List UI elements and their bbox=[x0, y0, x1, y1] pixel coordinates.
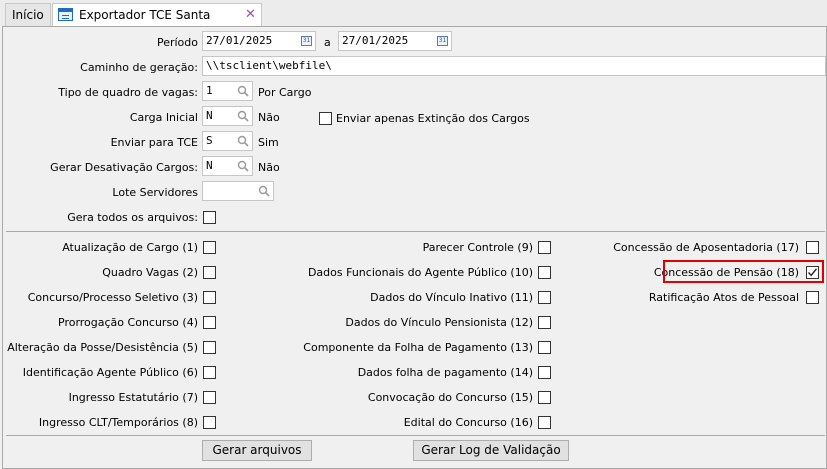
carga-inicial-label: Carga Inicial bbox=[129, 111, 198, 124]
tipo-quadro-value: 1 bbox=[206, 84, 213, 97]
file-option-checkbox[interactable] bbox=[538, 241, 551, 254]
caminho-input[interactable]: \\tsclient\webfile\ bbox=[202, 56, 826, 76]
periodo-label: Período bbox=[156, 36, 198, 49]
file-option-label: Ingresso CLT/Temporários (8) bbox=[38, 416, 198, 429]
file-option-checkbox[interactable] bbox=[538, 341, 551, 354]
highlight-box bbox=[663, 260, 824, 283]
search-icon[interactable] bbox=[237, 135, 249, 147]
tab-inicio-label: Início bbox=[12, 8, 44, 22]
enviar-tce-label: Enviar para TCE bbox=[110, 136, 198, 149]
window-form-icon bbox=[58, 8, 73, 21]
tab-exportador[interactable]: Exportador TCE Santa Catarina ✕ bbox=[52, 3, 262, 44]
file-option-label: Ratificação Atos de Pessoal bbox=[648, 291, 799, 304]
lote-servidores-input[interactable] bbox=[202, 181, 274, 201]
file-option-label: Ingresso Estatutário (7) bbox=[68, 391, 198, 404]
gera-todos-label: Gera todos os arquivos: bbox=[67, 211, 198, 224]
periodo-separator: a bbox=[324, 36, 331, 49]
carga-inicial-value: N bbox=[206, 109, 213, 122]
file-option-checkbox[interactable] bbox=[203, 416, 216, 429]
file-option-label: Convocação do Concurso (15) bbox=[367, 391, 533, 404]
search-icon[interactable] bbox=[258, 185, 270, 197]
periodo-fim-value: 27/01/2025 bbox=[342, 34, 409, 47]
file-option-checkbox[interactable] bbox=[538, 316, 551, 329]
file-option-label: Concessão de Aposentadoria (17) bbox=[613, 241, 799, 254]
enviar-extincao-label: Enviar apenas Extinção dos Cargos bbox=[336, 112, 530, 125]
file-option-checkbox[interactable] bbox=[203, 316, 216, 329]
file-option-checkbox[interactable] bbox=[538, 391, 551, 404]
file-option-checkbox[interactable] bbox=[203, 241, 216, 254]
carga-inicial-desc: Não bbox=[258, 111, 280, 124]
calendar-icon[interactable]: 31 bbox=[301, 36, 312, 46]
gerar-desativacao-value: N bbox=[206, 159, 213, 172]
gerar-log-validacao-button[interactable]: Gerar Log de Validação bbox=[413, 440, 569, 461]
file-option-checkbox[interactable] bbox=[203, 366, 216, 379]
carga-inicial-input[interactable]: N bbox=[202, 106, 253, 126]
caminho-label: Caminho de geração: bbox=[80, 61, 198, 74]
file-option-checkbox[interactable] bbox=[538, 291, 551, 304]
file-option-label: Identificação Agente Público (6) bbox=[22, 366, 198, 379]
file-option-checkbox[interactable] bbox=[538, 366, 551, 379]
file-option-checkbox[interactable] bbox=[203, 291, 216, 304]
file-option-checkbox[interactable] bbox=[538, 266, 551, 279]
exporter-form-panel: Período 27/01/2025 31 a 27/01/2025 31 Ca… bbox=[2, 26, 827, 469]
close-icon[interactable]: ✕ bbox=[245, 4, 256, 26]
calendar-icon[interactable]: 31 bbox=[437, 36, 448, 46]
tab-inicio[interactable]: Início bbox=[5, 3, 51, 26]
file-option-checkbox[interactable] bbox=[203, 391, 216, 404]
file-option-checkbox[interactable] bbox=[806, 241, 819, 254]
gerar-arquivos-button[interactable]: Gerar arquivos bbox=[202, 440, 312, 461]
section-divider bbox=[6, 231, 825, 232]
gera-todos-checkbox[interactable] bbox=[203, 211, 216, 224]
section-divider bbox=[6, 435, 825, 436]
file-option-checkbox[interactable] bbox=[806, 291, 819, 304]
periodo-fim-input[interactable]: 27/01/2025 31 bbox=[338, 31, 452, 51]
tab-bar: Início Exportador TCE Santa Catarina ✕ bbox=[0, 0, 827, 44]
search-icon[interactable] bbox=[237, 160, 249, 172]
search-icon[interactable] bbox=[237, 85, 249, 97]
lote-servidores-label: Lote Servidores bbox=[112, 186, 198, 199]
periodo-inicio-input[interactable]: 27/01/2025 31 bbox=[202, 31, 316, 51]
file-option-label: Edital do Concurso (16) bbox=[403, 416, 533, 429]
file-option-label: Componente da Folha de Pagamento (13) bbox=[303, 341, 533, 354]
caminho-value: \\tsclient\webfile\ bbox=[206, 59, 332, 72]
file-option-label: Dados Funcionais do Agente Público (10) bbox=[307, 266, 533, 279]
enviar-extincao-checkbox[interactable] bbox=[319, 112, 332, 125]
file-option-label: Parecer Controle (9) bbox=[422, 241, 533, 254]
file-option-label: Atualização de Cargo (1) bbox=[62, 241, 198, 254]
tipo-quadro-input[interactable]: 1 bbox=[202, 81, 253, 101]
file-option-label: Dados folha de pagamento (14) bbox=[357, 366, 533, 379]
file-option-label: Dados do Vínculo Pensionista (12) bbox=[345, 316, 533, 329]
search-icon[interactable] bbox=[237, 110, 249, 122]
gerar-desativacao-label: Gerar Desativação Cargos: bbox=[50, 161, 198, 174]
gerar-desativacao-desc: Não bbox=[258, 161, 280, 174]
file-option-label: Quadro Vagas (2) bbox=[102, 266, 198, 279]
file-option-label: Alteração da Posse/Desistência (5) bbox=[7, 341, 198, 354]
file-option-label: Prorrogação Concurso (4) bbox=[58, 316, 198, 329]
file-option-checkbox[interactable] bbox=[203, 266, 216, 279]
enviar-tce-desc: Sim bbox=[258, 136, 279, 149]
tipo-quadro-desc: Por Cargo bbox=[258, 86, 312, 99]
file-option-label: Dados do Vínculo Inativo (11) bbox=[370, 291, 533, 304]
enviar-tce-input[interactable]: S bbox=[202, 131, 253, 151]
tipo-quadro-label: Tipo de quadro de vagas: bbox=[58, 86, 198, 99]
file-option-checkbox[interactable] bbox=[203, 341, 216, 354]
periodo-inicio-value: 27/01/2025 bbox=[206, 34, 273, 47]
file-option-label: Concurso/Processo Seletivo (3) bbox=[27, 291, 198, 304]
enviar-tce-value: S bbox=[206, 134, 213, 147]
gerar-desativacao-input[interactable]: N bbox=[202, 156, 253, 176]
file-option-checkbox[interactable] bbox=[538, 416, 551, 429]
